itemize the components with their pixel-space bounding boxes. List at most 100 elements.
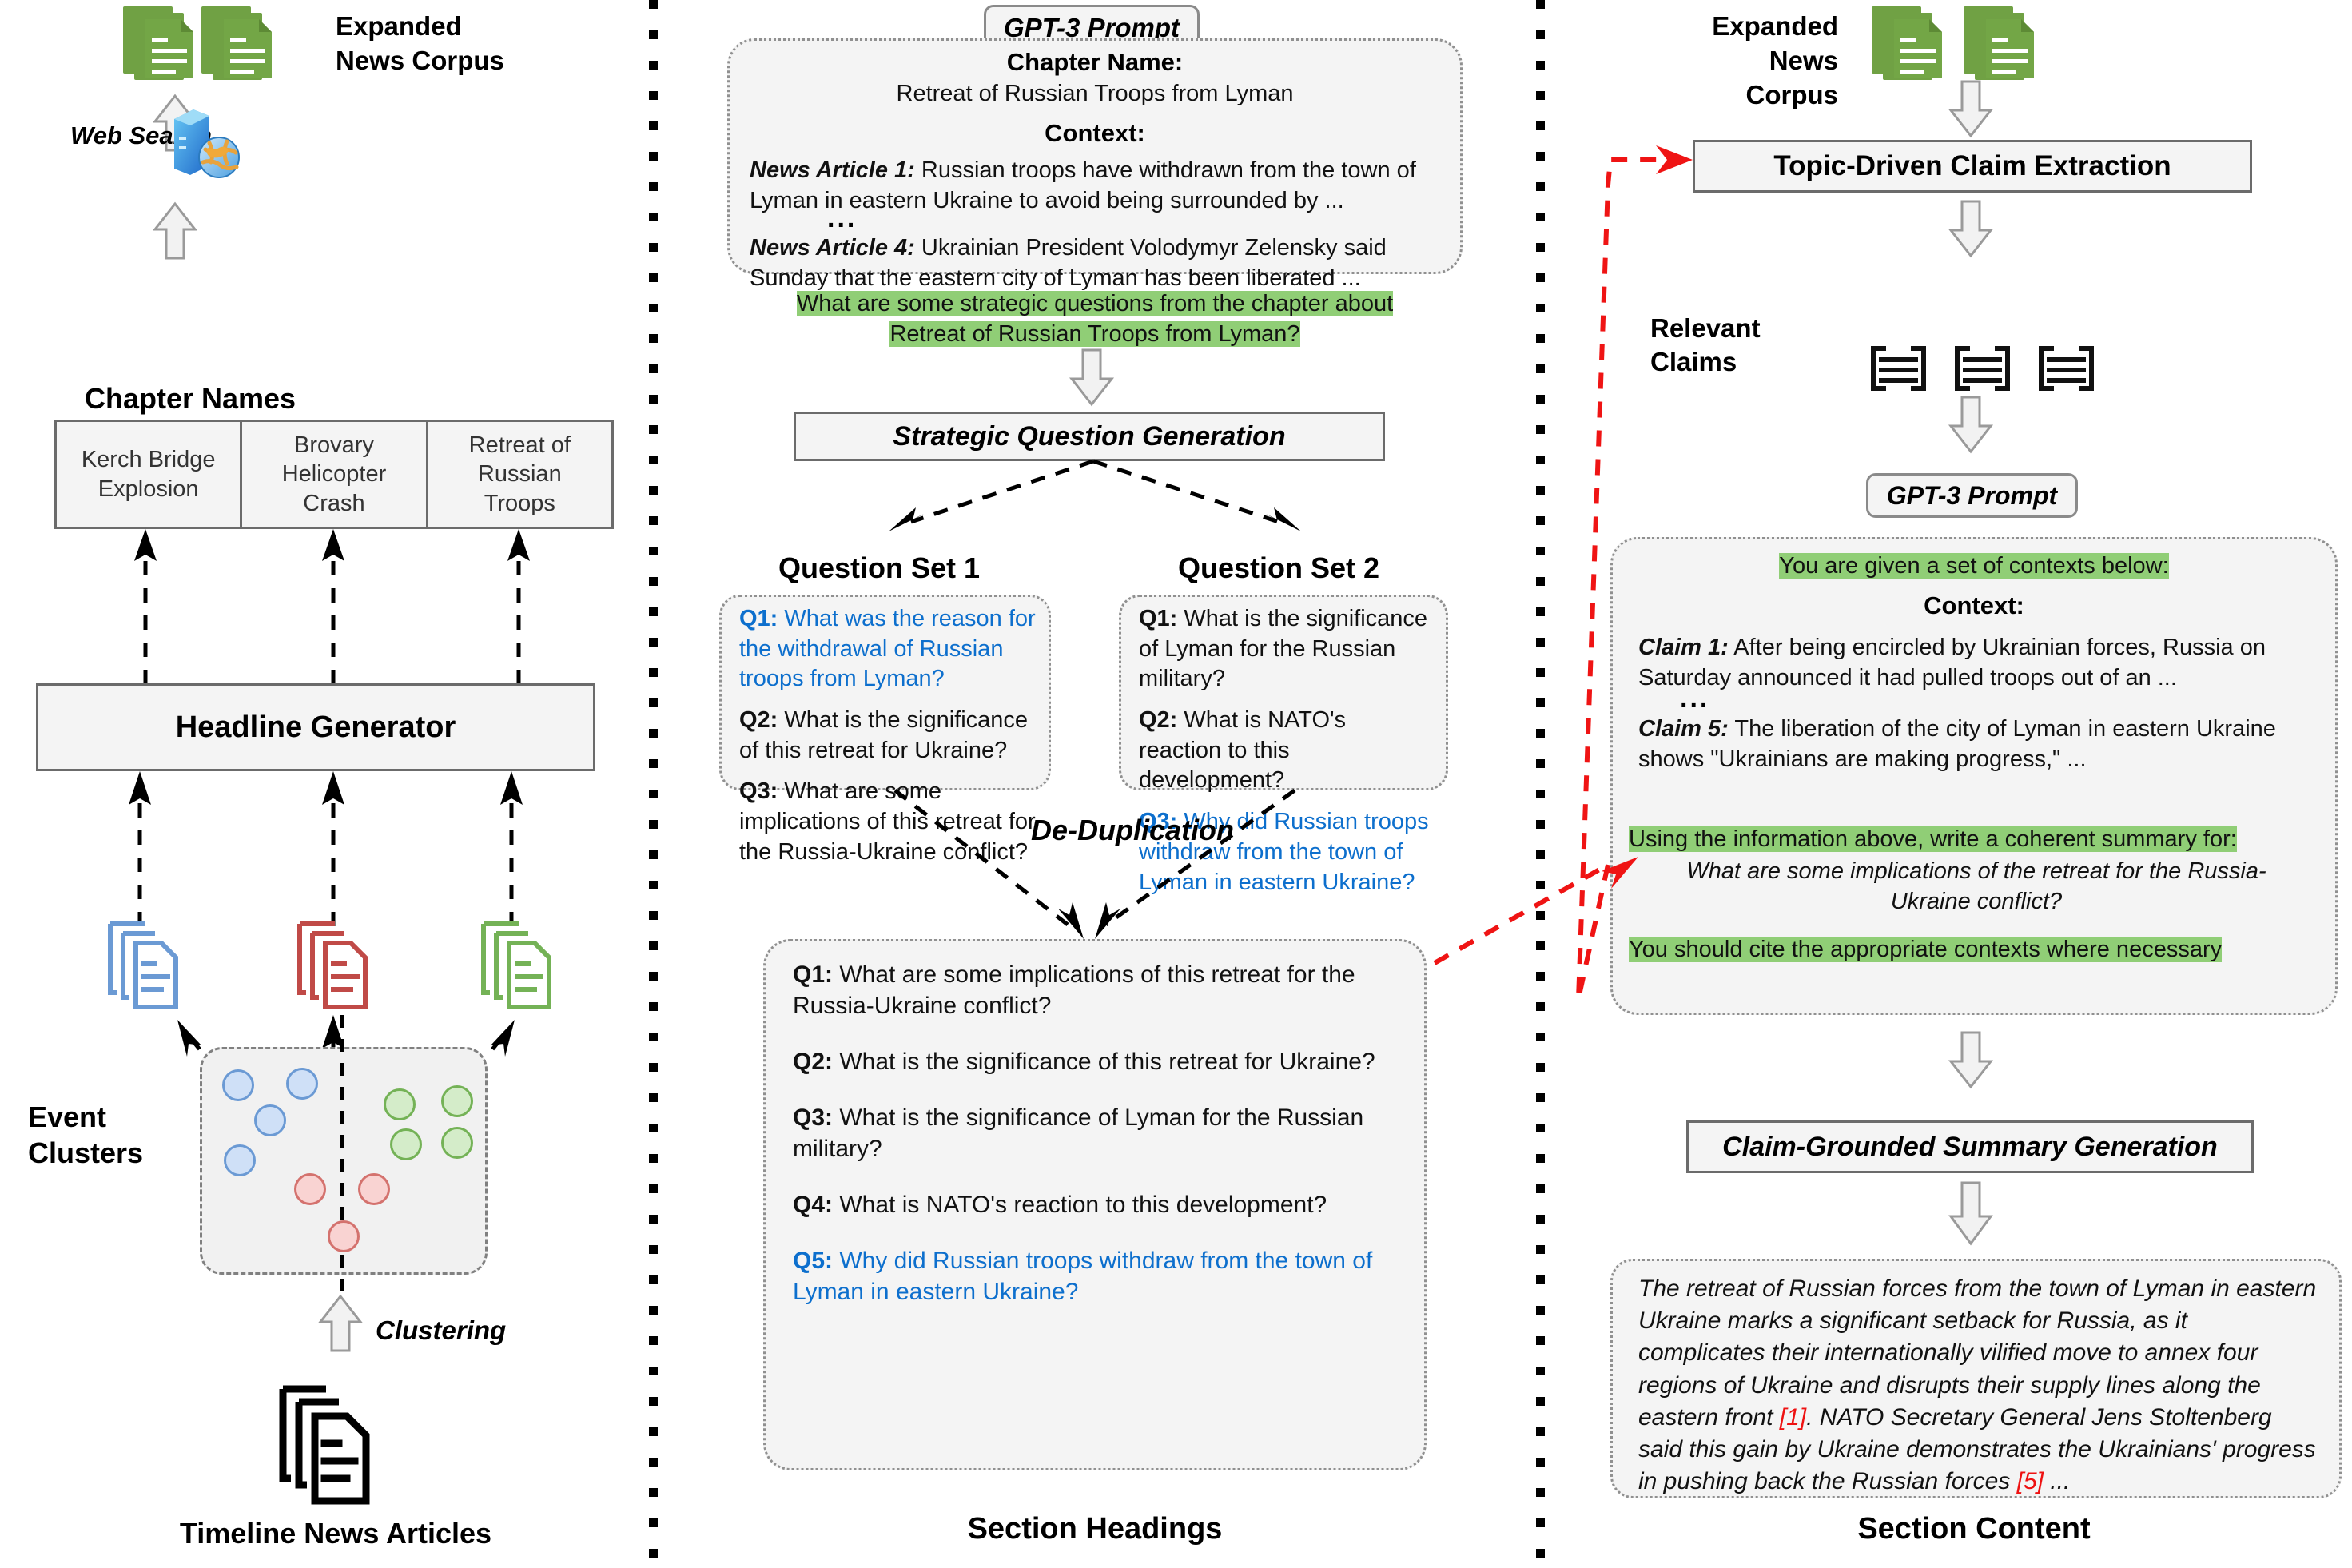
- final-q4-label: Q4:: [793, 1192, 834, 1218]
- event-clusters-line-1: Event: [28, 1100, 107, 1133]
- qs1-q1-label: Q1:: [739, 606, 778, 631]
- chapter-names-table[interactable]: Kerch Bridge Explosion Brovary Helicopte…: [54, 420, 614, 529]
- corpus-label-right-line-2: News Corpus: [1745, 45, 1839, 109]
- section-content-citation-1: [1]: [1779, 1403, 1807, 1431]
- cluster-point-green-1: [384, 1088, 416, 1120]
- chapter-2-line-1: Brovary: [294, 432, 374, 459]
- qs2-q1-label: Q1:: [1139, 606, 1178, 631]
- chapter-2-line-2: Helicopter: [281, 461, 387, 488]
- final-question-item: Q1: What are some implications of this r…: [793, 959, 1404, 1021]
- clustering-label: Clustering: [376, 1315, 507, 1345]
- news-article-4-label: News Article 4:: [750, 235, 915, 261]
- strategic-question-line-2: Retreat of Russian Troops from Lyman?: [889, 320, 1300, 347]
- claims-ellipsis: ...: [1680, 683, 1710, 714]
- chapter-name-cell-1[interactable]: Kerch Bridge Explosion: [57, 422, 240, 527]
- chapter-3-line-3: Troops: [484, 490, 555, 516]
- arrow-chapternames-to-websearch: [150, 201, 200, 260]
- claim-5-label: Claim 5:: [1638, 716, 1729, 742]
- chapter-name-value: Retreat of Russian Troops from Lyman: [896, 81, 1294, 106]
- relevant-claims-label: Relevant Claims: [1650, 312, 1761, 379]
- summary-generation-label: Claim-Grounded Summary Generation: [1722, 1131, 2218, 1162]
- strategic-question-generation-box[interactable]: Strategic Question Generation: [794, 412, 1385, 461]
- arrow-prompt-to-summarygen: [1946, 1031, 1996, 1089]
- final-question-item: Q4: What is NATO's reaction to this deve…: [793, 1189, 1404, 1220]
- question-set-1-title: Question Set 1: [778, 551, 981, 584]
- final-q2-text: What is the significance of this retreat…: [833, 1049, 1375, 1075]
- chapter-1-line-1: Kerch Bridge: [81, 447, 216, 473]
- chapter-name-cell-3[interactable]: Retreat of Russian Troops: [425, 422, 611, 527]
- claim-bracket-icon-3: [2036, 345, 2096, 392]
- gpt3-prompt-label-right: GPT-3 Prompt: [1886, 480, 2058, 510]
- topic-driven-claim-extraction-box[interactable]: Topic-Driven Claim Extraction: [1693, 140, 2252, 193]
- event-clusters-label: Event Clusters: [28, 1099, 143, 1171]
- section-content-citation-2: [5]: [2016, 1468, 2044, 1495]
- qs2-q1-text: What is the significance of Lyman for th…: [1139, 606, 1428, 692]
- final-question-item: Q5: Why did Russian troops withdraw from…: [793, 1245, 1404, 1307]
- chapter-name-cell-2[interactable]: Brovary Helicopter Crash: [240, 422, 425, 527]
- claim-bracket-icon-1: [1868, 345, 1928, 392]
- cluster-docs-green-icon: [476, 919, 571, 1015]
- section-content-part-c: ...: [2043, 1468, 2071, 1495]
- articles-ellipsis: ...: [827, 203, 858, 233]
- cluster-point-blue-1: [222, 1069, 254, 1101]
- corpus-label-line-1: Expanded: [336, 11, 462, 41]
- strategic-question-highlight: What are some strategic questions from t…: [743, 289, 1447, 349]
- contexts-instruction: You are given a set of contexts below:: [1610, 551, 2338, 582]
- claim-grounded-summary-generation-box[interactable]: Claim-Grounded Summary Generation: [1686, 1120, 2254, 1173]
- timeline-articles-label: Timeline News Articles: [179, 1517, 492, 1550]
- section-content-text: The retreat of Russian forces from the t…: [1638, 1273, 2319, 1498]
- cluster-docs-blue-icon: [102, 919, 198, 1015]
- headline-generator-label: Headline Generator: [175, 710, 456, 744]
- sqg-label: Strategic Question Generation: [893, 420, 1286, 452]
- summary-question: What are some implications of the retrea…: [1629, 857, 2324, 917]
- summary-instruction-text: Using the information above, write a coh…: [1629, 826, 2237, 852]
- cite-instruction: You should cite the appropriate contexts…: [1629, 935, 2332, 965]
- cluster-point-blue-4: [224, 1144, 256, 1176]
- arrow-claims-to-prompt: [1946, 396, 1996, 454]
- arrows-docs-to-headline: [0, 770, 649, 929]
- question-set-1-item: Q1: What was the reason for the withdraw…: [739, 604, 1037, 694]
- section-headings-caption: Section Headings: [967, 1512, 1223, 1546]
- expanded-news-corpus-label-left: Expanded News Corpus: [336, 10, 504, 78]
- cluster-point-green-3: [390, 1128, 422, 1160]
- final-question-item: Q2: What is the significance of this ret…: [793, 1046, 1404, 1077]
- claim-bracket-icon-2: [1952, 345, 2012, 392]
- expanded-news-corpus-label-right: Expanded News Corpus: [1678, 10, 1838, 113]
- question-set-2-item: Q2: What is NATO's reaction to this deve…: [1139, 706, 1435, 796]
- arrows-dedup-merge: [783, 787, 1407, 939]
- gpt3-prompt-badge-right: GPT-3 Prompt: [1866, 473, 2078, 518]
- final-q4-text: What is NATO's reaction to this developm…: [833, 1192, 1327, 1218]
- chapter-name-heading: Chapter Name:: [1006, 48, 1184, 76]
- final-q5-label: Q5:: [793, 1248, 834, 1274]
- cite-instruction-text: You should cite the appropriate contexts…: [1629, 937, 2223, 962]
- web-search-icon: [160, 100, 248, 188]
- headline-generator-box[interactable]: Headline Generator: [36, 683, 595, 771]
- cluster-point-green-2: [441, 1085, 473, 1117]
- cluster-point-green-4: [441, 1127, 473, 1159]
- final-q1-text: What are some implications of this retre…: [793, 961, 1355, 1019]
- chapter-2-line-3: Crash: [303, 490, 365, 516]
- cluster-point-red-2: [358, 1173, 390, 1205]
- final-q2-label: Q2:: [793, 1049, 834, 1075]
- question-set-2-item: Q1: What is the significance of Lyman fo…: [1139, 604, 1435, 694]
- cluster-point-red-1: [294, 1173, 326, 1205]
- claim-1: Claim 1: After being encircled by Ukrain…: [1638, 633, 2314, 693]
- final-q3-label: Q3:: [793, 1104, 834, 1131]
- context-heading-right: Context:: [1924, 591, 2024, 619]
- chapter-3-line-2: Russian: [477, 461, 562, 488]
- qs1-q3-label: Q3:: [739, 778, 778, 805]
- summary-instruction: Using the information above, write a coh…: [1629, 825, 2324, 855]
- claim-extraction-label: Topic-Driven Claim Extraction: [1773, 150, 2171, 181]
- news-article-4: News Article 4: Ukrainian President Volo…: [750, 233, 1445, 293]
- final-q5-text: Why did Russian troops withdraw from the…: [793, 1248, 1373, 1305]
- event-clusters-line-2: Clusters: [28, 1136, 144, 1169]
- qs2-q2-label: Q2:: [1139, 707, 1178, 734]
- cluster-docs-red-icon: [292, 919, 388, 1015]
- expanded-news-corpus-icon-left-2: [200, 5, 328, 93]
- qs1-q2-label: Q2:: [739, 707, 778, 734]
- summary-question-line-2: Ukraine conflict?: [1890, 888, 2063, 914]
- section-headings-list: Q1: What are some implications of this r…: [793, 959, 1404, 1307]
- contexts-instruction-text: You are given a set of contexts below:: [1779, 553, 2169, 579]
- cluster-point-blue-3: [254, 1104, 286, 1136]
- arrow-articles-to-clusters: [316, 1294, 365, 1352]
